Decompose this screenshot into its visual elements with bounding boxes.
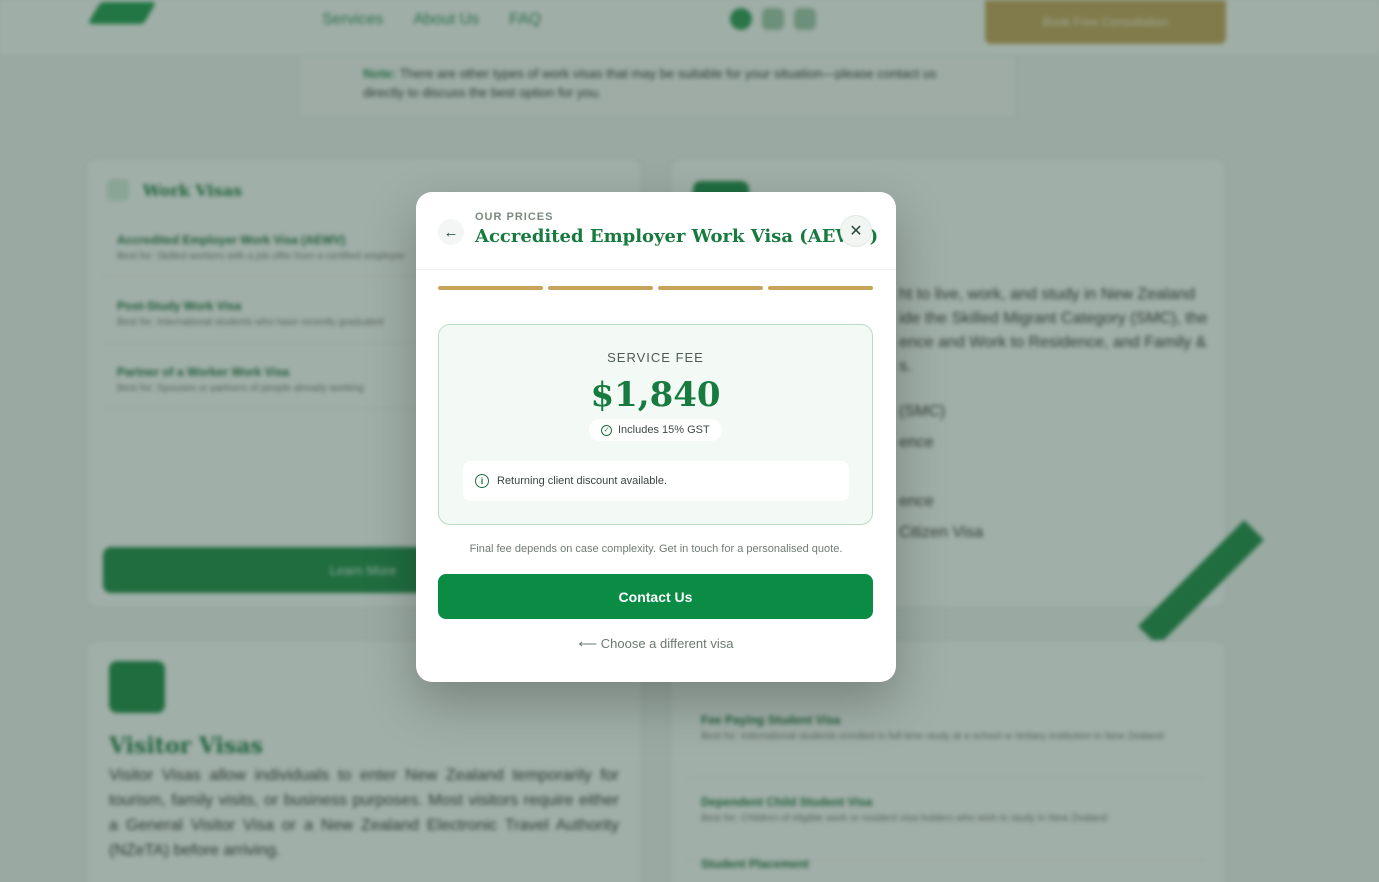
fee-label: SERVICE FEE (607, 350, 704, 365)
progress-steps (438, 286, 873, 290)
progress-step (768, 286, 873, 290)
discount-note: Returning client discount available. (497, 475, 667, 487)
gst-note: Includes 15% GST (618, 424, 710, 436)
contact-us-button[interactable]: Contact Us (438, 574, 873, 619)
choose-different-visa-link[interactable]: ⟵ Choose a different visa (416, 636, 896, 652)
progress-step (658, 286, 763, 290)
modal-title: Accredited Employer Work Visa (AEWV) (475, 226, 879, 247)
modal-eyebrow: OUR PRICES (475, 211, 554, 223)
fine-print: Final fee depends on case complexity. Ge… (469, 543, 843, 555)
pricing-modal: ← OUR PRICES Accredited Employer Work Vi… (416, 192, 896, 682)
progress-step (438, 286, 543, 290)
modal-header: ← OUR PRICES Accredited Employer Work Vi… (416, 192, 896, 270)
back-button[interactable]: ← (438, 219, 464, 245)
gst-badge: ✓ Includes 15% GST (589, 419, 722, 441)
arrow-left-icon: ← (443, 223, 459, 241)
service-fee-box: SERVICE FEE $1,840 ✓ Includes 15% GST i … (438, 324, 873, 525)
info-icon: i (475, 474, 489, 488)
fee-amount: $1,840 (590, 375, 721, 415)
progress-step (548, 286, 653, 290)
discount-note-box: i Returning client discount available. (463, 461, 849, 501)
close-button[interactable]: ✕ (840, 215, 872, 247)
close-icon: ✕ (849, 223, 863, 240)
check-circle-icon: ✓ (601, 424, 612, 436)
